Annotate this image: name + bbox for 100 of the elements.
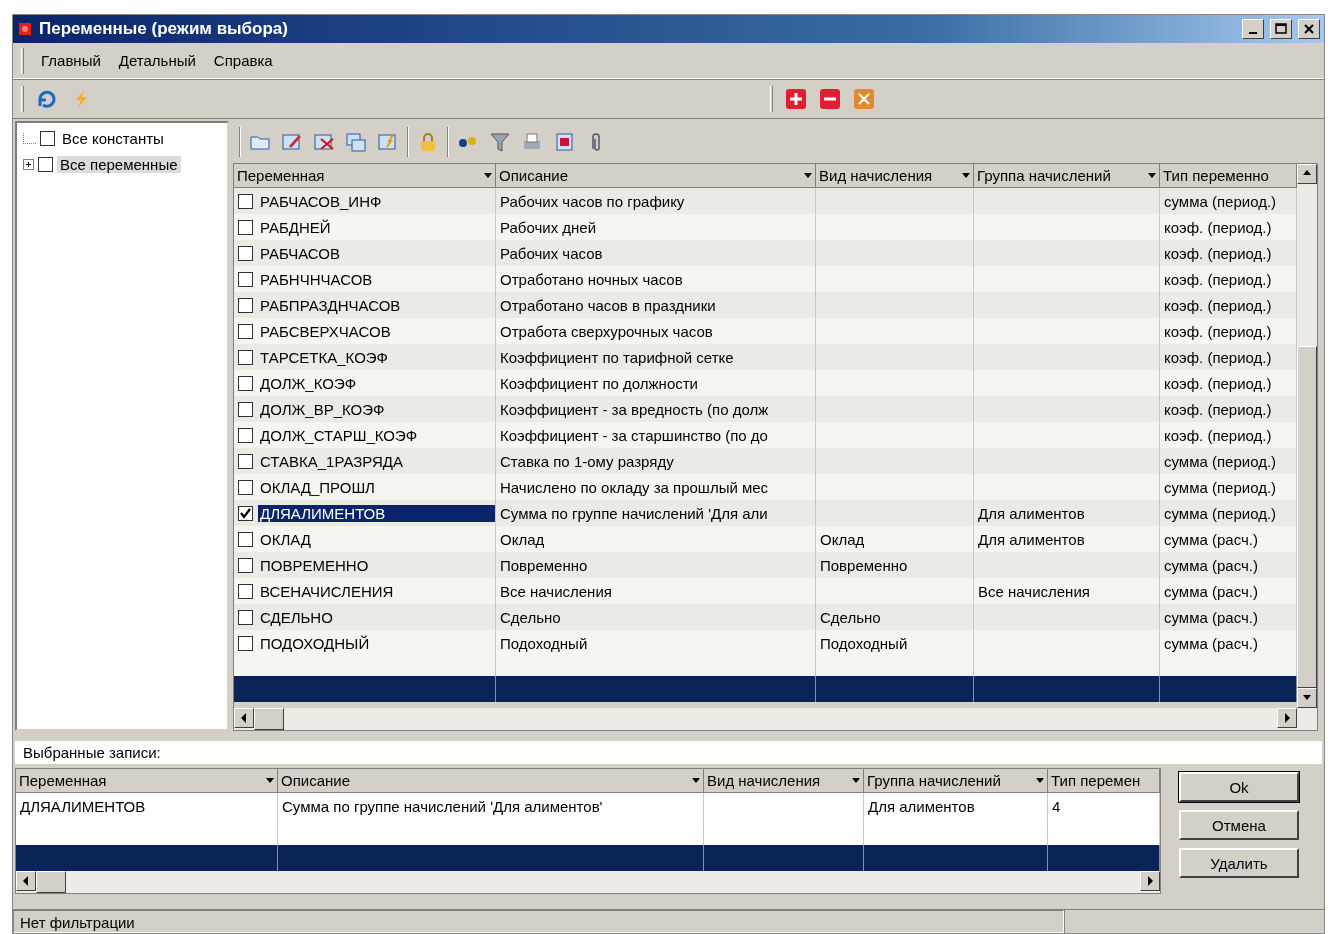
window-title: Переменные (режим выбора) xyxy=(39,19,289,39)
variable-name[interactable]: ТАРСЕТКА_КОЭФ xyxy=(258,348,495,366)
column-header[interactable]: Вид начисления xyxy=(816,164,974,188)
checkbox[interactable] xyxy=(40,130,55,146)
variable-name[interactable]: ПОВРЕМЕННО xyxy=(258,556,495,574)
table-cell: Сумма по группе начислений 'Для али xyxy=(500,504,768,522)
checkbox[interactable] xyxy=(238,583,253,599)
checkbox[interactable] xyxy=(238,453,253,469)
tree-item[interactable]: Все переменные xyxy=(57,155,181,173)
copy-icon[interactable] xyxy=(345,131,367,153)
vertical-scrollbar[interactable] xyxy=(1297,164,1317,708)
close-icon xyxy=(1304,24,1314,34)
remove-icon[interactable] xyxy=(819,88,841,110)
table-cell: Коэффициент по тарифной сетке xyxy=(500,348,734,366)
column-header[interactable]: Описание xyxy=(496,164,816,188)
variable-name[interactable]: РАБЧАСОВ_ИНФ xyxy=(258,192,495,210)
table-cell: Коэффициент - за старшинство (по до xyxy=(500,426,768,444)
variable-name[interactable]: РАБНЧНЧАСОВ xyxy=(258,270,495,288)
table-cell: сумма (период.) xyxy=(1164,192,1277,210)
variable-name[interactable]: СТАВКА_1РАЗРЯДА xyxy=(258,452,495,470)
column-header[interactable]: Группа начислений xyxy=(864,769,1048,793)
refresh-icon[interactable] xyxy=(36,88,58,110)
table-cell: сумма (расч.) xyxy=(1164,530,1258,548)
variable-name[interactable]: ОКЛАД_ПРОШЛ xyxy=(258,478,495,496)
dialog-button[interactable]: Отмена xyxy=(1179,810,1299,840)
table-cell: Для алиментов xyxy=(978,530,1085,548)
checkbox[interactable] xyxy=(238,245,253,261)
column-header[interactable]: Вид начисления xyxy=(704,769,864,793)
column-header[interactable]: Тип переменно xyxy=(1160,164,1297,188)
status-text: Нет фильтрации xyxy=(13,910,1064,933)
checkbox[interactable] xyxy=(238,193,253,209)
table-cell: сумма (расч.) xyxy=(1164,556,1258,574)
close-button[interactable] xyxy=(1298,19,1320,39)
scroll-thumb[interactable] xyxy=(36,871,66,893)
checkbox[interactable] xyxy=(238,635,253,651)
filter-icon[interactable] xyxy=(489,131,511,153)
variable-name[interactable]: ДОЛЖ_ВР_КОЭФ xyxy=(258,400,495,418)
variable-name[interactable]: ДЛЯАЛИМЕНТОВ xyxy=(258,504,495,522)
checkbox[interactable] xyxy=(238,531,253,547)
scroll-thumb[interactable] xyxy=(1297,346,1317,688)
table-cell: Коэффициент по должности xyxy=(500,374,698,392)
column-header[interactable]: Группа начислений xyxy=(974,164,1160,188)
checkbox[interactable] xyxy=(238,219,253,235)
checkbox[interactable] xyxy=(238,271,253,287)
checkbox[interactable] xyxy=(238,323,253,339)
table-cell: Отработа сверхурочных часов xyxy=(500,322,713,340)
menu-item[interactable]: Справка xyxy=(206,50,280,71)
table-cell: коэф. (период.) xyxy=(1164,426,1272,444)
checkbox[interactable] xyxy=(238,349,253,365)
checkbox[interactable] xyxy=(238,427,253,443)
checkbox[interactable] xyxy=(238,297,253,313)
variable-name[interactable]: РАБСВЕРХЧАСОВ xyxy=(258,322,495,340)
variable-name[interactable]: ПОДОХОДНЫЙ xyxy=(258,634,495,652)
variable-name[interactable]: ДОЛЖ_СТАРШ_КОЭФ xyxy=(258,426,495,444)
checkbox[interactable] xyxy=(238,609,253,625)
variable-name[interactable]: РАБПРАЗДНЧАСОВ xyxy=(258,296,495,314)
table-cell: Рабочих часов по графику xyxy=(500,192,685,210)
checkbox[interactable] xyxy=(38,156,53,172)
edit-icon[interactable] xyxy=(281,131,303,153)
table-cell: сумма (период.) xyxy=(1164,478,1277,496)
checkbox[interactable] xyxy=(238,375,253,391)
table-cell: Сумма по группе начислений 'Для алиментов' xyxy=(282,797,603,815)
table-cell: Начислено по окладу за прошлый мес xyxy=(500,478,769,496)
column-header[interactable]: Переменная xyxy=(234,164,496,188)
menu-item[interactable]: Детальный xyxy=(111,50,203,71)
expand-icon[interactable] xyxy=(23,158,34,170)
table-cell: Все начисления xyxy=(978,582,1090,600)
add-icon[interactable] xyxy=(785,88,807,110)
variable-name[interactable]: СДЕЛЬНО xyxy=(258,608,495,626)
variable-name[interactable]: РАБДНЕЙ xyxy=(258,218,495,236)
table-cell: Отработано часов в праздники xyxy=(500,296,716,314)
column-header[interactable]: Описание xyxy=(278,769,704,793)
variable-name[interactable]: ОКЛАД xyxy=(258,530,495,548)
checkbox[interactable] xyxy=(238,401,253,417)
scroll-thumb[interactable] xyxy=(254,708,284,730)
table-cell: Все начисления xyxy=(500,582,612,600)
minimize-button[interactable] xyxy=(1242,19,1264,39)
table-cell: Коэффициент - за вредность (по долж xyxy=(500,400,769,418)
menu-item[interactable]: Главный xyxy=(34,50,108,71)
checkbox[interactable] xyxy=(238,505,253,521)
horizontal-scrollbar[interactable] xyxy=(234,708,1317,730)
dialog-button[interactable]: Ok xyxy=(1179,772,1299,802)
cancel-icon[interactable] xyxy=(853,88,875,110)
column-header[interactable]: Переменная xyxy=(16,769,278,793)
checkbox[interactable] xyxy=(238,479,253,495)
column-header[interactable]: Тип перемен xyxy=(1048,769,1160,793)
variable-name[interactable]: ДОЛЖ_КОЭФ xyxy=(258,374,495,392)
tree-item[interactable]: Все константы xyxy=(59,129,167,147)
maximize-button[interactable] xyxy=(1270,19,1292,39)
variable-name[interactable]: ВСЕНАЧИСЛЕНИЯ xyxy=(258,582,495,600)
table-cell: сумма (расч.) xyxy=(1164,582,1258,600)
variable-name[interactable]: РАБЧАСОВ xyxy=(258,244,495,262)
checkbox[interactable] xyxy=(238,557,253,573)
table-cell: Рабочих часов xyxy=(500,244,603,262)
table-cell: коэф. (период.) xyxy=(1164,400,1272,418)
table-cell: Сдельно xyxy=(820,608,881,626)
dialog-button[interactable]: Удалить xyxy=(1179,848,1299,878)
delete-icon[interactable] xyxy=(313,131,335,153)
table-cell: коэф. (период.) xyxy=(1164,218,1272,236)
horizontal-scrollbar[interactable] xyxy=(16,871,1160,893)
